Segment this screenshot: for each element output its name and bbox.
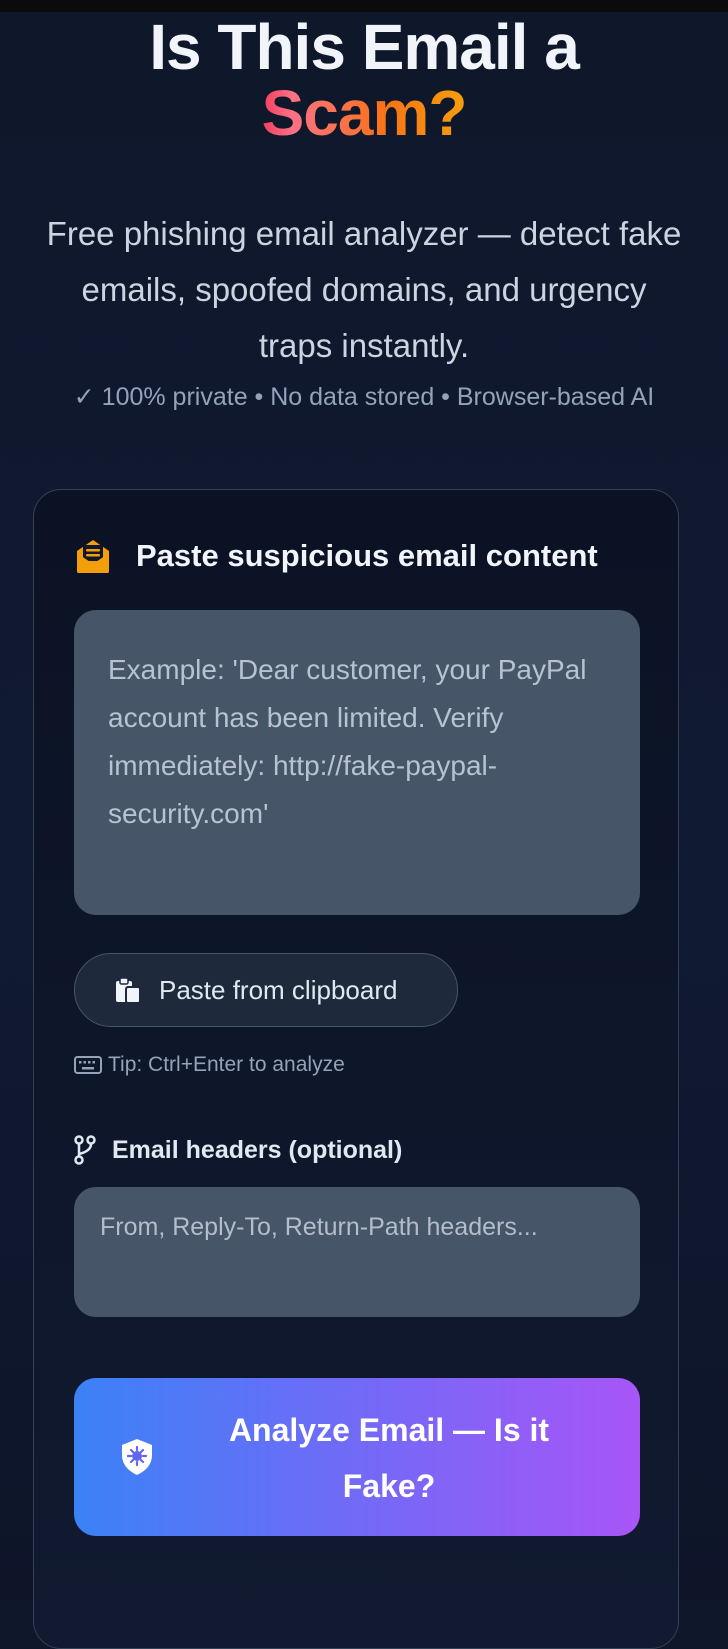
- page-title: Is This Email a: [149, 11, 580, 83]
- clipboard-icon: [116, 977, 141, 1004]
- page-subtitle: Free phishing email analyzer — detect fa…: [46, 215, 682, 364]
- tip-text: Tip: Ctrl+Enter to analyze: [108, 1053, 345, 1076]
- paste-button-label: Paste from clipboard: [159, 974, 398, 1005]
- card-header: Paste suspicious email content: [74, 538, 598, 574]
- email-headers-label: Email headers (optional): [74, 1135, 402, 1165]
- hero-section: Is This Email a Scam? Free phishing emai…: [0, 14, 728, 414]
- envelope-open-text-icon: [77, 540, 109, 573]
- analyze-button-label: Analyze Email — Is it Fake?: [228, 1412, 550, 1504]
- code-branch-icon: [74, 1135, 96, 1165]
- paste-from-clipboard-button[interactable]: Paste from clipboard: [74, 953, 458, 1027]
- privacy-note: ✓ 100% private • No data stored • Browse…: [73, 383, 655, 411]
- headers-placeholder: From, Reply-To, Return-Path headers...: [100, 1213, 538, 1241]
- email-content-placeholder: Example: 'Dear customer, your PayPal acc…: [108, 654, 587, 829]
- keyboard-tip: Tip: Ctrl+Enter to analyze: [74, 1053, 345, 1077]
- page-title-accent: Scam?: [261, 77, 468, 149]
- headers-label-text: Email headers (optional): [112, 1135, 403, 1164]
- analyzer-card: Paste suspicious email content Example: …: [33, 489, 679, 1649]
- email-content-input[interactable]: Example: 'Dear customer, your PayPal acc…: [74, 610, 640, 915]
- keyboard-icon: [74, 1056, 102, 1074]
- analyze-email-button[interactable]: Analyze Email — Is it Fake?: [74, 1378, 640, 1536]
- card-heading: Paste suspicious email content: [136, 538, 598, 573]
- email-headers-input[interactable]: From, Reply-To, Return-Path headers...: [74, 1187, 640, 1317]
- shield-virus-icon: [122, 1439, 152, 1475]
